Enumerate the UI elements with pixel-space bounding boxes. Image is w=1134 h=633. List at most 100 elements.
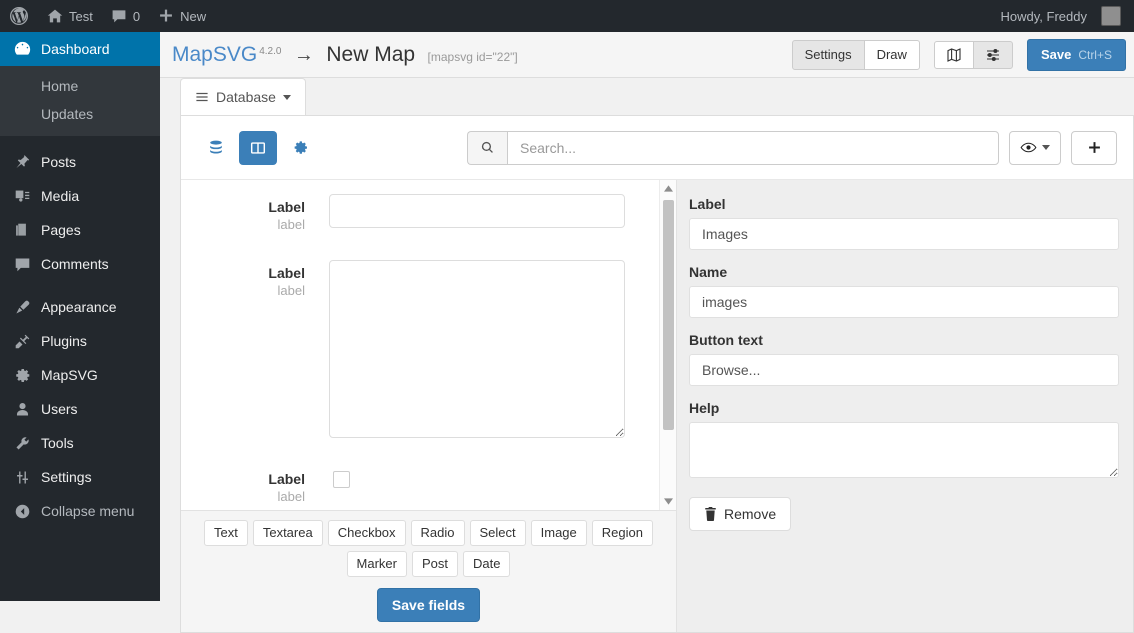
sidebar-item-users[interactable]: Users [0, 392, 160, 426]
sidebar-item-dashboard[interactable]: Dashboard [0, 32, 168, 66]
name-input[interactable] [689, 286, 1119, 318]
database-icon [207, 139, 225, 157]
admin-sidebar-menu: Dashboard Home Updates Posts Media Pages… [0, 32, 168, 601]
home-icon [47, 8, 63, 24]
sidebar-item-label: Plugins [41, 333, 87, 349]
form-preview-scroll[interactable]: Label label Label label Label label [181, 180, 676, 510]
field-type-textarea[interactable]: Textarea [252, 520, 323, 546]
field-properties-pane: Label Name Button text Help Remove [677, 180, 1133, 632]
scrollbar-thumb[interactable] [663, 200, 674, 430]
map-view-button[interactable] [933, 40, 974, 69]
field-name: label [277, 283, 305, 298]
gear-icon [292, 139, 309, 156]
mapsvg-brand[interactable]: MapSVG [172, 43, 257, 66]
chevron-down-icon [1042, 145, 1050, 150]
checkbox-field-preview[interactable] [333, 471, 350, 488]
sidebar-item-label: Settings [41, 469, 92, 485]
sidebar-subitem-updates[interactable]: Updates [0, 100, 160, 128]
shortcode-label: [mapsvg id="22"] [427, 49, 518, 64]
columns-icon-button[interactable] [239, 130, 277, 165]
sidebar-item-label: Media [41, 188, 80, 204]
add-record-button[interactable] [1071, 130, 1117, 165]
remove-field-button[interactable]: Remove [689, 497, 792, 531]
save-button[interactable]: Save Ctrl+S [1026, 38, 1126, 71]
button-text-input[interactable] [689, 354, 1119, 386]
sidebar-item-label: Dashboard [41, 41, 110, 57]
field-type-image[interactable]: Image [530, 520, 587, 546]
sidebar-item-collapse-menu[interactable]: Collapse menu [0, 494, 160, 528]
eye-icon [1020, 140, 1037, 155]
search-input[interactable] [507, 130, 999, 165]
pin-icon [12, 152, 32, 172]
field-type-region[interactable]: Region [591, 520, 653, 546]
field-type-radio[interactable]: Radio [410, 520, 465, 546]
form-row-checkbox: Label label [181, 466, 676, 504]
field-type-checkbox[interactable]: Checkbox [327, 520, 406, 546]
wrench-icon [12, 433, 32, 453]
wp-logo-button[interactable] [0, 0, 38, 32]
save-fields-button[interactable]: Save fields [376, 588, 481, 622]
tab-database[interactable]: Database [180, 78, 306, 115]
my-account-button[interactable]: Howdy, Freddy [992, 0, 1134, 32]
comments-button[interactable]: 0 [102, 0, 149, 32]
sidebar-item-tools[interactable]: Tools [0, 426, 160, 460]
search-group [467, 130, 999, 165]
site-name-button[interactable]: Test [38, 0, 102, 32]
sidebar-item-label: Users [41, 401, 78, 417]
form-builder-pane: Label label Label label Label label Text… [181, 180, 677, 632]
sidebar-item-comments[interactable]: Comments [0, 247, 160, 281]
form-scrollbar[interactable] [659, 180, 676, 510]
sidebar-item-plugins[interactable]: Plugins [0, 324, 160, 358]
panes: Label label Label label Label label Text… [181, 180, 1133, 632]
dashboard-icon [12, 39, 32, 59]
scroll-up-arrow-icon[interactable] [660, 180, 676, 197]
save-label: Save [1040, 46, 1072, 62]
options-view-button[interactable] [972, 40, 1013, 69]
sidebar-item-media[interactable]: Media [0, 179, 160, 213]
sidebar-item-label: MapSVG [41, 367, 98, 383]
settings-mode-button[interactable]: Settings [791, 39, 865, 70]
sidebar-item-mapsvg[interactable]: MapSVG [0, 358, 160, 392]
sidebar-subitem-home[interactable]: Home [0, 72, 160, 100]
field-type-date[interactable]: Date [463, 551, 511, 577]
new-content-button[interactable]: New [149, 0, 215, 32]
trash-icon [704, 507, 717, 521]
sidebar-item-posts[interactable]: Posts [0, 145, 160, 179]
form-row-textarea: Label label [181, 260, 676, 438]
plus-icon [158, 8, 174, 24]
scroll-down-arrow-icon[interactable] [660, 493, 676, 510]
database-icon-button[interactable] [197, 131, 235, 165]
sidebar-item-appearance[interactable]: Appearance [0, 290, 160, 324]
field-type-post[interactable]: Post [411, 551, 458, 577]
settings-icon-button[interactable] [281, 131, 319, 165]
field-name: label [277, 217, 305, 232]
name-property-title: Name [689, 264, 728, 280]
field-type-text[interactable]: Text [204, 520, 248, 546]
field-type-marker[interactable]: Marker [346, 551, 407, 577]
sidebar-item-pages[interactable]: Pages [0, 213, 160, 247]
label-input[interactable] [689, 218, 1119, 250]
mapsvg-version: 4.2.0 [259, 46, 282, 58]
plus-icon [1087, 140, 1102, 155]
visibility-dropdown-button[interactable] [1009, 130, 1061, 165]
chevron-down-icon [282, 94, 291, 100]
admin-bar-right: Howdy, Freddy [992, 0, 1134, 32]
button-text-property-title: Button text [689, 332, 763, 348]
page-title: New Map [326, 42, 416, 66]
avatar [1101, 6, 1121, 26]
search-icon [480, 140, 495, 155]
text-field-preview[interactable] [329, 194, 625, 228]
draw-mode-button[interactable]: Draw [863, 39, 920, 70]
columns-icon [249, 139, 267, 157]
database-toolbar [181, 116, 1133, 180]
sliders-icon [12, 467, 32, 487]
sidebar-item-settings[interactable]: Settings [0, 460, 160, 494]
field-type-buttons: Text Textarea Checkbox Radio Select Imag… [181, 520, 676, 577]
textarea-field-preview[interactable] [329, 260, 625, 438]
search-button[interactable] [467, 130, 507, 165]
help-textarea[interactable] [689, 422, 1119, 478]
howdy-label: Howdy, Freddy [1000, 8, 1087, 24]
form-row-labels: Label label [181, 260, 329, 298]
toolbar-right-controls [467, 130, 1117, 165]
field-type-select[interactable]: Select [469, 520, 526, 546]
